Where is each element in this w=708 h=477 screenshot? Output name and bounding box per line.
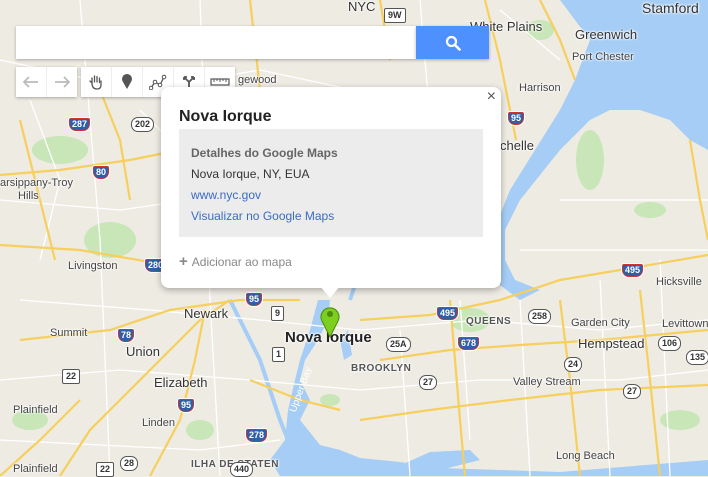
route-shield: 258 bbox=[528, 309, 552, 324]
route-shield: 278 bbox=[245, 428, 269, 443]
map-label-nyc-top: NYC bbox=[348, 0, 376, 14]
popup-title: Nova Iorque bbox=[179, 108, 272, 125]
map-label-stamford: Stamford bbox=[642, 0, 699, 16]
route-shield: 202 bbox=[131, 117, 155, 132]
route-shield: 9W bbox=[384, 8, 406, 23]
place-info-popup: Nova Iorque × Detalhes do Google Maps No… bbox=[161, 87, 501, 288]
map-label-plainfield-south: Plainfield bbox=[13, 463, 58, 475]
map-label-queens: QUEENS bbox=[466, 316, 512, 327]
address-text: Nova Iorque, NY, EUA bbox=[191, 167, 310, 181]
route-shield: 1 bbox=[272, 347, 286, 362]
map-label-hicksville: Hicksville bbox=[656, 276, 702, 288]
map-label-hills: Hills bbox=[18, 190, 39, 202]
plus-icon: + bbox=[179, 253, 188, 270]
map-label-rochelle: chelle bbox=[500, 138, 534, 153]
add-to-map-button[interactable]: + Adicionar ao mapa bbox=[179, 253, 292, 270]
map-label-plainfield: Plainfield bbox=[13, 404, 58, 416]
map-label-newark: Newark bbox=[184, 306, 229, 321]
map-label-livingston: Livingston bbox=[68, 260, 118, 272]
map-label-brooklyn: BROOKLYN bbox=[351, 363, 412, 374]
route-shield: 78 bbox=[117, 328, 136, 343]
undo-icon bbox=[23, 76, 38, 88]
google-maps-details: Detalhes do Google Maps Nova Iorque, NY,… bbox=[179, 129, 483, 237]
add-to-map-label: Adicionar ao mapa bbox=[191, 254, 292, 269]
location-marker-icon[interactable] bbox=[319, 304, 341, 338]
route-shield: 95 bbox=[245, 292, 264, 307]
search-input[interactable] bbox=[16, 26, 416, 59]
route-shield: 678 bbox=[457, 336, 481, 351]
map-label-long-beach: Long Beach bbox=[556, 450, 615, 462]
pan-tool-button[interactable] bbox=[81, 67, 111, 97]
view-in-google-maps-link[interactable]: Visualizar no Google Maps bbox=[191, 209, 334, 223]
close-icon[interactable]: × bbox=[487, 89, 496, 105]
route-shield: 28 bbox=[120, 456, 139, 471]
map-label-greenwich: Greenwich bbox=[575, 27, 638, 42]
route-shield: 22 bbox=[62, 369, 81, 384]
map-label-hempstead: Hempstead bbox=[578, 336, 645, 351]
map-label-linden: Linden bbox=[142, 417, 176, 429]
ruler-icon bbox=[210, 78, 230, 86]
route-shield: 95 bbox=[177, 398, 196, 413]
hand-icon bbox=[89, 75, 102, 90]
undo-button[interactable] bbox=[16, 67, 46, 97]
route-shield: 25A bbox=[386, 337, 411, 352]
redo-icon bbox=[55, 76, 70, 88]
route-shield: 22 bbox=[96, 462, 115, 477]
map-label-garden-city: Garden City bbox=[571, 317, 630, 329]
map-label-union: Union bbox=[126, 344, 160, 359]
details-heading: Detalhes do Google Maps bbox=[191, 146, 338, 160]
map-label-harrison: Harrison bbox=[519, 82, 561, 94]
route-shield: 24 bbox=[564, 357, 583, 372]
map-label-elizabeth: Elizabeth bbox=[154, 375, 208, 390]
search-icon bbox=[445, 35, 461, 51]
popup-pointer bbox=[320, 286, 340, 298]
route-shield: 135 bbox=[686, 350, 708, 365]
map-label-ridgewood: gewood bbox=[238, 74, 277, 86]
route-shield: 27 bbox=[419, 375, 438, 390]
map-label-summit: Summit bbox=[50, 327, 88, 339]
route-shield: 27 bbox=[623, 384, 642, 399]
route-shield: 9 bbox=[271, 306, 285, 321]
map-label-port-chester: Port Chester bbox=[572, 51, 634, 63]
map-label-levittown: Levittown bbox=[662, 318, 708, 330]
route-shield: 495 bbox=[436, 306, 460, 321]
website-link[interactable]: www.nyc.gov bbox=[191, 188, 261, 202]
map-label-parsippany: arsippany-Troy bbox=[0, 177, 73, 189]
map-label-valley-stream: Valley Stream bbox=[513, 376, 581, 388]
history-group bbox=[16, 67, 77, 97]
route-shield: 95 bbox=[507, 111, 526, 126]
marker-icon bbox=[122, 74, 132, 89]
search-button[interactable] bbox=[416, 26, 489, 59]
redo-button[interactable] bbox=[46, 67, 77, 97]
route-shield: 106 bbox=[658, 336, 682, 351]
add-marker-button[interactable] bbox=[111, 67, 142, 97]
route-shield: 80 bbox=[92, 165, 111, 180]
route-shield: 440 bbox=[230, 462, 254, 477]
route-shield: 287 bbox=[68, 117, 92, 132]
route-shield: 495 bbox=[621, 263, 645, 278]
